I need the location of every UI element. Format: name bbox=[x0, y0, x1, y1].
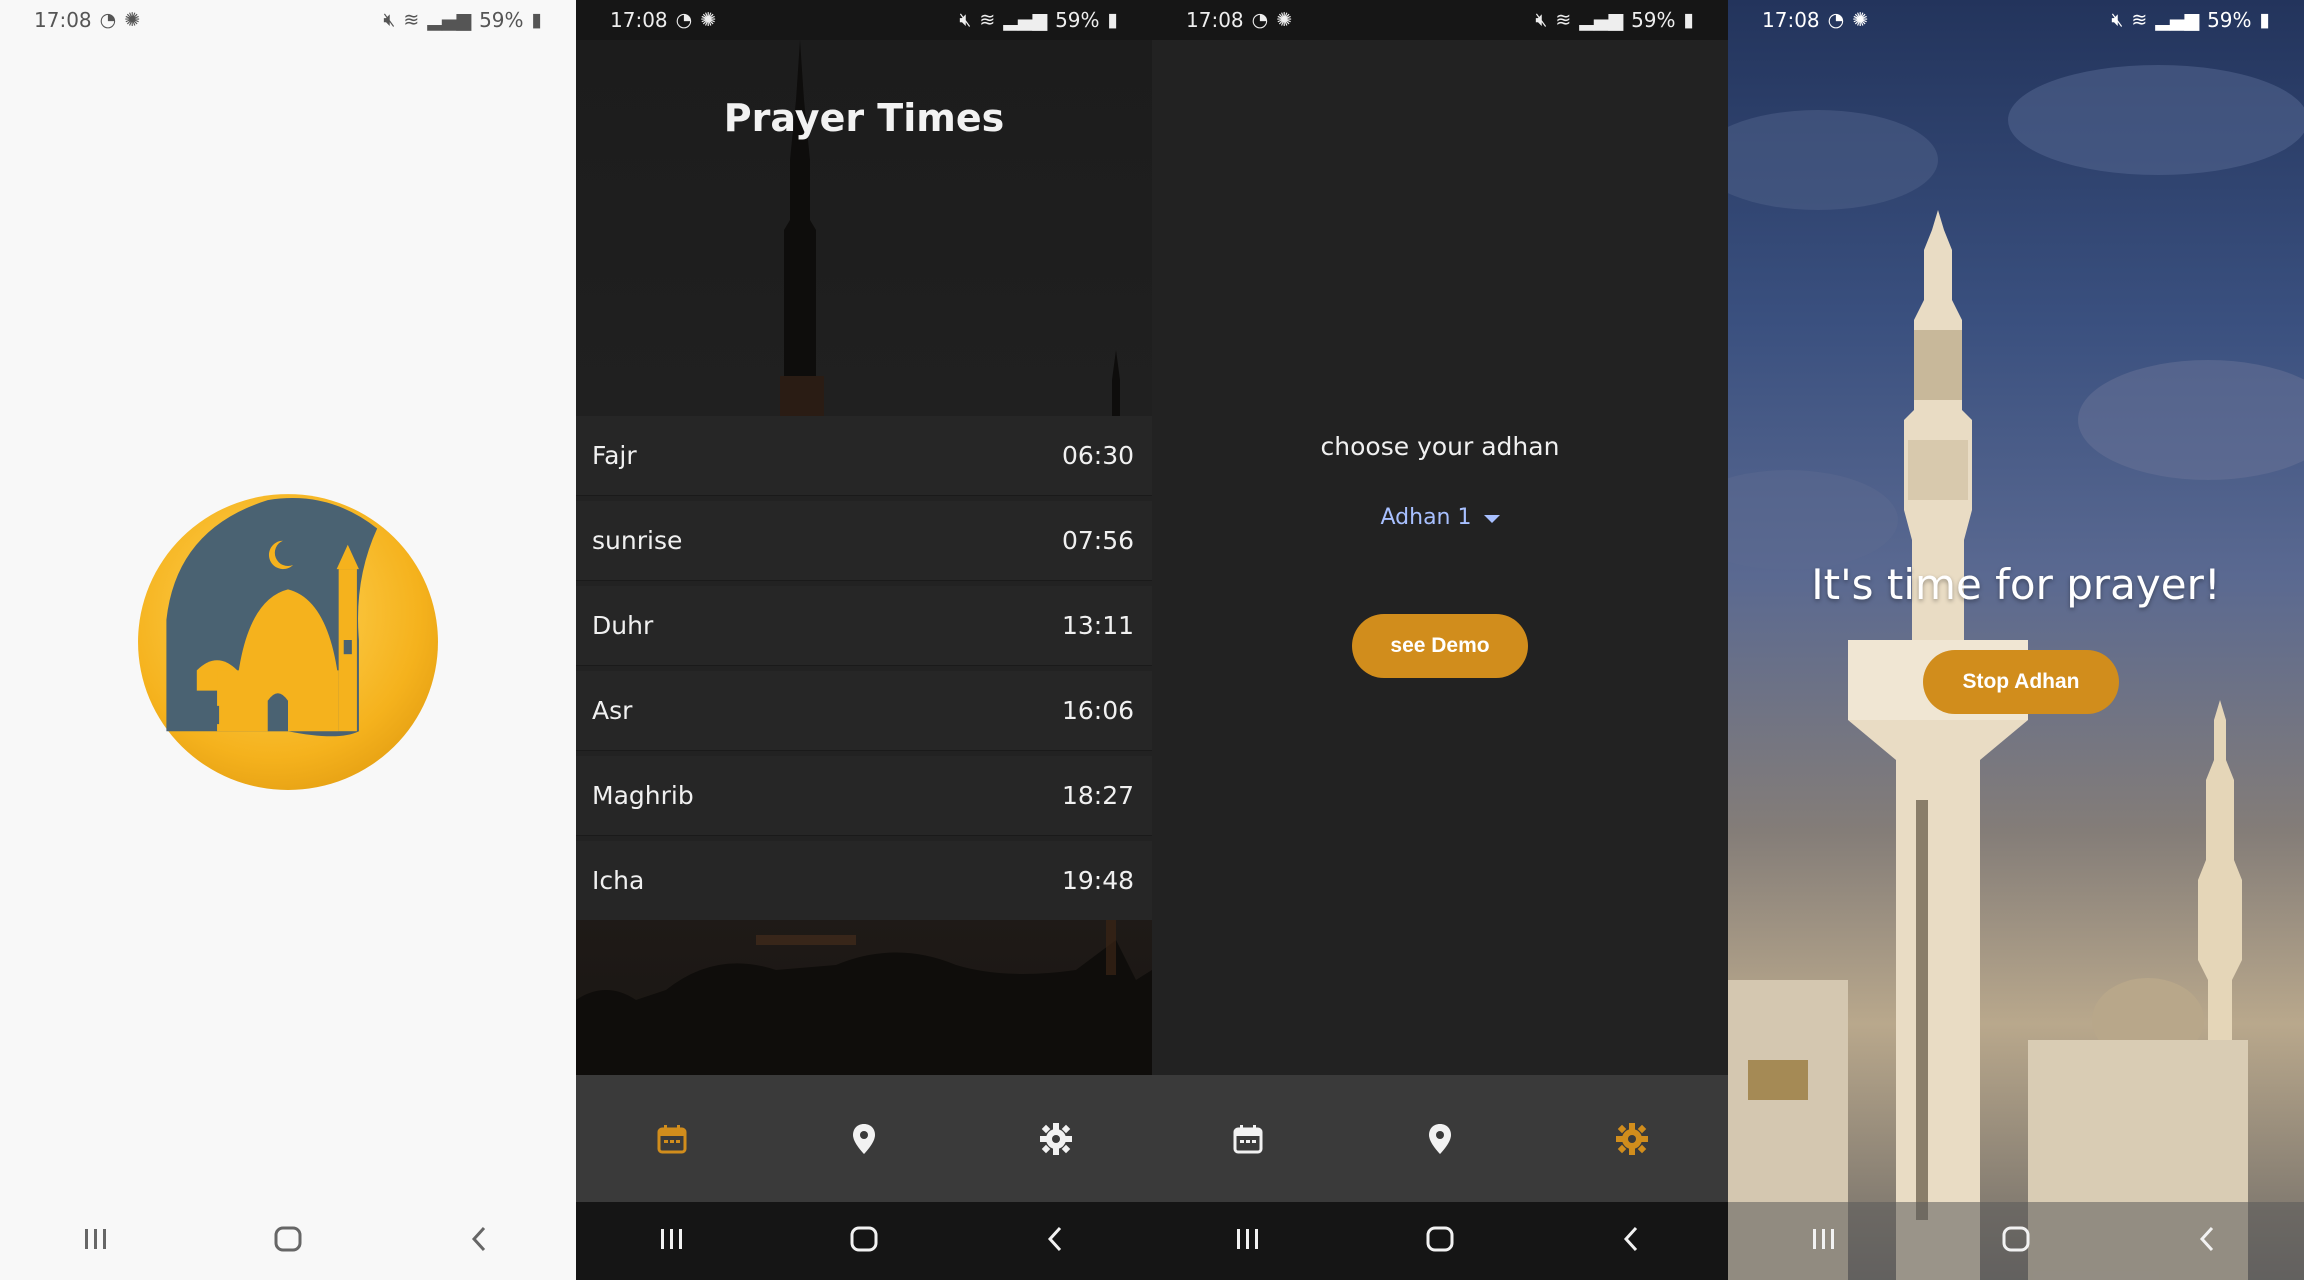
wifi-icon: ≋ bbox=[403, 8, 420, 31]
nav-location-button[interactable] bbox=[1405, 1104, 1475, 1174]
battery-text: 59% bbox=[479, 8, 524, 32]
back-button[interactable] bbox=[2190, 1221, 2226, 1261]
prayer-row-maghrib: Maghrib 18:27 bbox=[576, 756, 1152, 836]
mosque-minaret-background bbox=[1728, 65, 2304, 1280]
gear-icon bbox=[1040, 1122, 1072, 1155]
status-time: 17:08 bbox=[1186, 8, 1244, 32]
prayer-row-icha: Icha 19:48 bbox=[576, 841, 1152, 921]
prayer-time-message: It's time for prayer! bbox=[1811, 560, 2221, 609]
whatsapp-icon: ◔ bbox=[1251, 8, 1269, 31]
back-button[interactable] bbox=[1038, 1221, 1074, 1261]
prayer-row-sunrise: sunrise 07:56 bbox=[576, 501, 1152, 581]
signal-icon: ▂▄▆ bbox=[1003, 8, 1048, 31]
status-time: 17:08 bbox=[610, 8, 668, 32]
system-nav-bar bbox=[1728, 1202, 2304, 1280]
adhan-alert-screen: 17:08 ◔ ✺ 🔇︎ ≋ ▂▄▆ 59% ▮ It's time for p… bbox=[1728, 0, 2304, 1280]
nav-location-button[interactable] bbox=[829, 1104, 899, 1174]
settings-gear-icon: ✺ bbox=[124, 8, 141, 31]
prayer-time: 06:30 bbox=[1061, 441, 1134, 470]
home-button[interactable] bbox=[846, 1221, 882, 1261]
home-button[interactable] bbox=[1998, 1221, 2034, 1261]
caret-down-icon bbox=[1483, 514, 1500, 523]
gear-icon bbox=[1616, 1122, 1648, 1155]
system-nav-bar bbox=[1152, 1202, 1728, 1280]
prayer-time: 13:11 bbox=[1061, 611, 1134, 640]
prayer-times-screen: 17:08 ◔ ✺ 🔇︎ ≋ ▂▄▆ 59% ▮ Prayer Times Fa bbox=[576, 0, 1152, 1280]
settings-gear-icon: ✺ bbox=[700, 8, 717, 31]
see-demo-button[interactable]: see Demo bbox=[1352, 614, 1528, 678]
prayer-list: Fajr 06:30 sunrise 07:56 Duhr 13:11 Asr … bbox=[576, 416, 1152, 921]
battery-text: 59% bbox=[1055, 8, 1100, 32]
app-logo bbox=[136, 488, 440, 792]
prayer-name: Asr bbox=[592, 696, 633, 725]
prayer-row-duhr: Duhr 13:11 bbox=[576, 586, 1152, 666]
battery-icon: ▮ bbox=[1683, 8, 1694, 31]
recents-button[interactable] bbox=[654, 1221, 690, 1261]
signal-icon: ▂▄▆ bbox=[1579, 8, 1624, 31]
stop-adhan-button[interactable]: Stop Adhan bbox=[1923, 650, 2119, 714]
prayer-row-fajr: Fajr 06:30 bbox=[576, 416, 1152, 496]
prayer-row-asr: Asr 16:06 bbox=[576, 671, 1152, 751]
bottom-nav bbox=[576, 1075, 1152, 1202]
battery-icon: ▮ bbox=[531, 8, 542, 31]
splash-screen: 17:08 ◔ ✺ 🔇︎ ≋ ▂▄▆ 59% ▮ bbox=[0, 0, 576, 1280]
prayer-name: Duhr bbox=[592, 611, 654, 640]
prayer-name: Maghrib bbox=[592, 781, 694, 810]
signal-icon: ▂▄▆ bbox=[427, 8, 472, 31]
status-bar: 17:08 ◔ ✺ 🔇︎ ≋ ▂▄▆ 59% ▮ bbox=[0, 0, 576, 40]
mute-icon: 🔇︎ bbox=[959, 8, 972, 31]
whatsapp-icon: ◔ bbox=[675, 8, 693, 31]
back-button[interactable] bbox=[462, 1221, 498, 1261]
location-pin-icon bbox=[853, 1123, 875, 1154]
prayer-name: sunrise bbox=[592, 526, 683, 555]
nav-calendar-button[interactable] bbox=[1213, 1104, 1283, 1174]
system-nav-bar bbox=[576, 1202, 1152, 1280]
battery-icon: ▮ bbox=[1107, 8, 1118, 31]
back-button[interactable] bbox=[1614, 1221, 1650, 1261]
mute-icon: 🔇︎ bbox=[1535, 8, 1548, 31]
calendar-icon bbox=[657, 1124, 687, 1153]
app-screens: 17:08 ◔ ✺ 🔇︎ ≋ ▂▄▆ 59% ▮ 17:08 ◔ ✺ 🔇︎ ≋ … bbox=[0, 0, 2304, 1280]
nav-settings-button[interactable] bbox=[1597, 1104, 1667, 1174]
recents-button[interactable] bbox=[78, 1221, 114, 1261]
prayer-name: Fajr bbox=[592, 441, 637, 470]
prayer-time: 07:56 bbox=[1061, 526, 1134, 555]
adhan-dropdown[interactable]: Adhan 1 bbox=[1152, 505, 1728, 530]
choose-adhan-label: choose your adhan bbox=[1320, 432, 1560, 461]
status-bar: 17:08 ◔ ✺ 🔇︎ ≋ ▂▄▆ 59% ▮ bbox=[1152, 0, 1728, 40]
mosque-logo-icon bbox=[138, 494, 438, 790]
nav-calendar-button[interactable] bbox=[637, 1104, 707, 1174]
mosque-background-image bbox=[576, 920, 1152, 1075]
wifi-icon: ≋ bbox=[1555, 8, 1572, 31]
recents-button[interactable] bbox=[1806, 1221, 1842, 1261]
home-button[interactable] bbox=[270, 1221, 306, 1261]
location-pin-icon bbox=[1429, 1123, 1451, 1154]
calendar-icon bbox=[1233, 1124, 1263, 1153]
settings-gear-icon: ✺ bbox=[1276, 8, 1293, 31]
system-nav-bar bbox=[0, 1202, 576, 1280]
dropdown-selected-value: Adhan 1 bbox=[1380, 505, 1472, 530]
status-bar: 17:08 ◔ ✺ 🔇︎ ≋ ▂▄▆ 59% ▮ bbox=[576, 0, 1152, 40]
home-button[interactable] bbox=[1422, 1221, 1458, 1261]
nav-settings-button[interactable] bbox=[1021, 1104, 1091, 1174]
page-title: Prayer Times bbox=[723, 96, 1005, 140]
prayer-time: 19:48 bbox=[1061, 866, 1134, 895]
prayer-time: 18:27 bbox=[1061, 781, 1134, 810]
wifi-icon: ≋ bbox=[979, 8, 996, 31]
settings-screen: 17:08 ◔ ✺ 🔇︎ ≋ ▂▄▆ 59% ▮ choose your adh… bbox=[1152, 0, 1728, 1280]
whatsapp-icon: ◔ bbox=[99, 8, 117, 31]
prayer-time: 16:06 bbox=[1061, 696, 1134, 725]
status-time: 17:08 bbox=[34, 8, 92, 32]
recents-button[interactable] bbox=[1230, 1221, 1266, 1261]
bottom-nav bbox=[1152, 1075, 1728, 1202]
prayer-name: Icha bbox=[592, 866, 645, 895]
mute-icon: 🔇︎ bbox=[383, 8, 396, 31]
battery-text: 59% bbox=[1631, 8, 1676, 32]
